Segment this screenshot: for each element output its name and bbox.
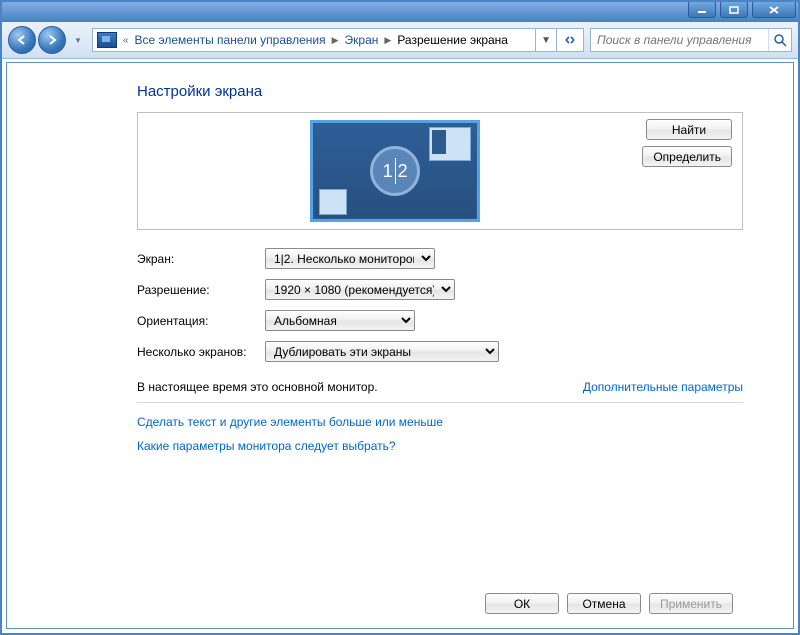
refresh-icon [563,33,577,47]
title-bar [2,2,798,22]
label-resolution: Разрешение: [137,283,265,297]
forward-button[interactable] [38,26,66,54]
arrow-right-icon [46,34,58,46]
select-multiple-displays[interactable]: Дублировать эти экраны [265,341,499,362]
chevron-right-icon[interactable]: ▶ [330,35,341,46]
search-icon [773,33,787,47]
back-button[interactable] [8,26,36,54]
content-frame: Настройки экрана 1 2 Найт [6,62,794,629]
settings-grid: Экран: 1|2. Несколько мониторов Разрешен… [137,248,743,362]
monitor-number-1: 1 [383,161,393,182]
monitor-number-2: 2 [398,161,408,182]
breadcrumb-leaf: Разрешение экрана [393,33,512,47]
primary-monitor-status: В настоящее время это основной монитор. [137,380,378,394]
status-row: В настоящее время это основной монитор. … [137,380,743,394]
help-links: Сделать текст и другие элементы больше и… [137,415,743,453]
select-screen[interactable]: 1|2. Несколько мониторов [265,248,435,269]
monitor-number-badge: 1 2 [370,146,420,196]
detect-button[interactable]: Определить [642,146,732,167]
label-screen: Экран: [137,252,265,266]
preview-window-thumbnail [429,127,471,161]
page-title: Настройки экрана [137,83,743,100]
breadcrumb-overflow-icon[interactable]: « [121,35,131,46]
close-button[interactable] [752,2,796,18]
address-bar[interactable]: « Все элементы панели управления ▶ Экран… [92,28,584,52]
minimize-icon [697,6,707,14]
which-settings-link[interactable]: Какие параметры монитора следует выбрать… [137,439,743,453]
find-button[interactable]: Найти [646,119,732,140]
breadcrumb-mid[interactable]: Экран [341,33,383,47]
nav-back-forward [8,26,68,54]
select-orientation[interactable]: Альбомная [265,310,415,331]
cancel-button[interactable]: Отмена [567,593,641,614]
apply-button[interactable]: Применить [649,593,733,614]
advanced-settings-link[interactable]: Дополнительные параметры [583,380,743,394]
monitor-preview-box: 1 2 Найти Определить [137,112,743,230]
label-orientation: Ориентация: [137,314,265,328]
select-resolution[interactable]: 1920 × 1080 (рекомендуется) [265,279,455,300]
label-multiple: Несколько экранов: [137,345,265,359]
chevron-right-icon[interactable]: ▶ [382,35,393,46]
dialog-buttons: ОК Отмена Применить [485,593,733,614]
divider [137,402,743,403]
arrow-left-icon [16,34,28,46]
navigation-bar: ▼ « Все элементы панели управления ▶ Экр… [2,22,798,59]
window-frame: ▼ « Все элементы панели управления ▶ Экр… [0,0,800,635]
refresh-button[interactable] [556,29,583,51]
preview-side-buttons: Найти Определить [642,119,732,167]
content-area: Настройки экрана 1 2 Найт [7,63,793,473]
control-panel-icon [97,32,117,48]
search-box[interactable] [590,28,792,52]
breadcrumb-root[interactable]: Все элементы панели управления [130,33,329,47]
ok-button[interactable]: ОК [485,593,559,614]
close-icon [769,6,779,14]
address-dropdown-button[interactable]: ▼ [535,29,556,51]
maximize-icon [729,6,739,14]
minimize-button[interactable] [688,2,716,18]
history-dropdown-button[interactable]: ▼ [74,38,82,43]
maximize-button[interactable] [720,2,748,18]
preview-desktop-thumbnail [319,189,347,215]
search-button[interactable] [768,29,791,51]
text-size-link[interactable]: Сделать текст и другие элементы больше и… [137,415,743,429]
monitor-preview[interactable]: 1 2 [310,120,480,222]
badge-divider [395,158,396,184]
search-input[interactable] [591,33,768,47]
